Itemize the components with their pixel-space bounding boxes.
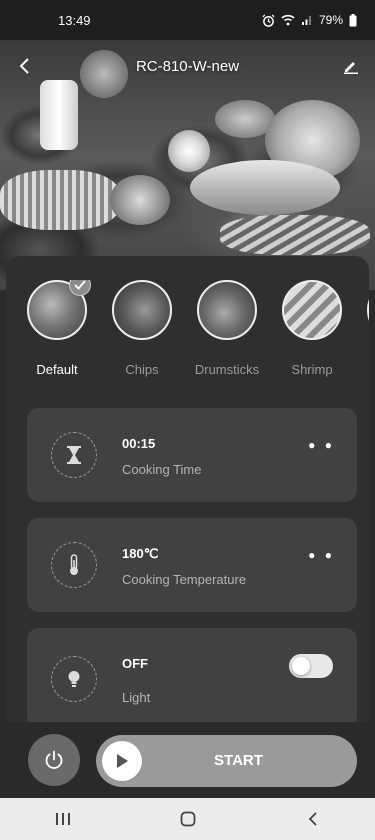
status-bar: 13:49 79% [0, 0, 375, 40]
recent-apps-button[interactable] [33, 798, 93, 840]
mode-drumsticks-image [197, 280, 257, 340]
wifi-icon [281, 14, 295, 26]
hero-orange-shape [168, 130, 210, 172]
mode-shrimp-image [282, 280, 342, 340]
toggle-knob [292, 657, 310, 675]
hero-carrots-shape [220, 215, 370, 255]
light-bulb-icon-circle [51, 656, 97, 702]
start-label: START [214, 752, 263, 769]
selected-check-badge [69, 280, 91, 296]
mode-label: Drumsticks [194, 362, 260, 377]
light-bulb-icon [68, 671, 80, 687]
mode-chips-image [112, 280, 172, 340]
mode-next-image [367, 280, 369, 340]
check-icon [74, 280, 86, 290]
start-button[interactable]: START [96, 735, 357, 787]
home-button[interactable] [158, 798, 218, 840]
mode-shrimp[interactable]: Shrimp [272, 280, 352, 377]
cooking-time-card[interactable]: 00:15 Cooking Time ● ● [27, 408, 357, 502]
status-icons: 79% [262, 13, 357, 27]
device-title: RC-810-W-new [135, 57, 240, 75]
light-card: OFF Light [27, 628, 357, 728]
home-icon [180, 811, 195, 827]
back-arrow-icon [19, 58, 29, 74]
hourglass-icon [67, 446, 81, 464]
edit-button[interactable] [339, 54, 363, 78]
cooking-temperature-card[interactable]: 180℃ Cooking Temperature ● ● [27, 518, 357, 612]
thermometer-icon-circle [51, 542, 97, 588]
mode-drumsticks[interactable]: Drumsticks [187, 280, 267, 377]
battery-icon [349, 13, 357, 26]
hero-veg-shape [110, 175, 170, 225]
app-header: RC-810-W-new [0, 40, 375, 92]
back-nav-icon [308, 812, 317, 826]
hero-food-image: RC-810-W-new [0, 40, 375, 290]
cooking-temperature-value: 180℃ [122, 546, 159, 561]
mode-label: Chips [125, 362, 159, 377]
hero-bread-shape [0, 170, 120, 230]
power-icon [45, 750, 63, 769]
cooking-time-more-icon[interactable]: ● ● [308, 438, 335, 452]
cooking-temperature-label: Cooking Temperature [122, 572, 247, 587]
cooking-mode-list[interactable]: Default Chips Drumsticks Shrimp [6, 280, 369, 380]
alarm-icon [262, 13, 275, 27]
power-button[interactable] [28, 734, 80, 786]
battery-percent: 79% [318, 13, 343, 27]
light-label: Light [122, 690, 151, 705]
light-value: OFF [122, 656, 148, 671]
hourglass-icon-circle [51, 432, 97, 478]
mode-chips[interactable]: Chips [102, 280, 182, 377]
mode-default[interactable]: Default [17, 280, 97, 377]
hero-fish-shape [190, 160, 340, 215]
cooking-temperature-more-icon[interactable]: ● ● [308, 548, 335, 562]
cooking-time-label: Cooking Time [122, 462, 202, 477]
recent-apps-icon [55, 813, 70, 825]
back-button[interactable] [12, 54, 36, 78]
light-toggle[interactable] [289, 654, 333, 678]
mode-label: Shrimp [291, 362, 333, 377]
mode-label: Default [36, 362, 78, 377]
status-time: 13:49 [58, 12, 91, 28]
signal-icon [301, 16, 311, 25]
thermometer-icon [70, 554, 78, 575]
bottom-controls: START [0, 722, 375, 798]
control-panel: Default Chips Drumsticks Shrimp 00:15 Co… [6, 256, 369, 796]
edit-pencil-icon [344, 62, 358, 74]
mode-next-partial[interactable] [357, 280, 369, 340]
cooking-time-value: 00:15 [122, 436, 156, 451]
back-nav-button[interactable] [283, 798, 343, 840]
system-nav-bar [0, 798, 375, 840]
